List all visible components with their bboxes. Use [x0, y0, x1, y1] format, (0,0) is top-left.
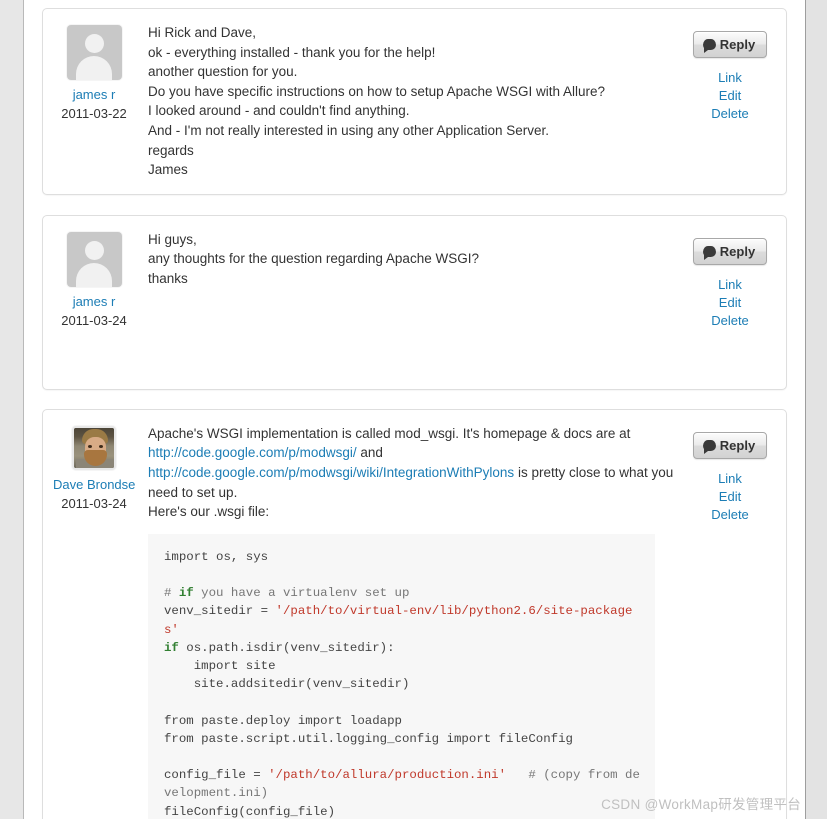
post-author-link[interactable]: james r — [53, 86, 135, 103]
code-string: '/path/to/allura/production.ini' — [268, 768, 507, 783]
post-line: another question for you. — [148, 64, 298, 80]
code-comment-hash: # — [164, 586, 179, 601]
avatar-body-shape — [76, 56, 112, 80]
post-action-links: Link Edit Delete — [686, 276, 774, 330]
edit-action[interactable]: Edit — [686, 87, 774, 105]
avatar-head-shape — [84, 34, 104, 53]
post-line: Hi guys, — [148, 231, 197, 247]
post-body: Hi guys, any thoughts for the question r… — [135, 228, 776, 329]
link-action[interactable]: Link — [686, 276, 774, 294]
avatar — [72, 425, 116, 470]
watermark: CSDN @WorkMap研发管理平台 — [601, 797, 801, 812]
delete-action[interactable]: Delete — [686, 312, 774, 330]
post-inner: james r 2011-03-22 Hi Rick and Dave, ok … — [43, 9, 786, 194]
post-intro-text: Apache's WSGI implementation is called m… — [148, 425, 631, 441]
speech-bubble-icon — [702, 439, 716, 454]
post-body: Apache's WSGI implementation is called m… — [135, 422, 776, 819]
code-line: from paste.script.util.logging_config im… — [164, 731, 573, 746]
code-line: import site — [164, 658, 276, 673]
post-body: Hi Rick and Dave, ok - everything instal… — [135, 21, 776, 180]
post-timestamp: 2011-03-24 — [61, 495, 127, 511]
post-line: regards — [148, 142, 194, 158]
avatar-photo-eye-left — [88, 444, 92, 448]
edit-action[interactable]: Edit — [686, 294, 774, 312]
code-line: config_file = — [164, 768, 269, 783]
link-action[interactable]: Link — [686, 470, 774, 488]
delete-action[interactable]: Delete — [686, 105, 774, 123]
post-line: And - I'm not really interested in using… — [148, 122, 550, 138]
post-timestamp: 2011-03-22 — [61, 106, 127, 121]
code-line: site.addsitedir(venv_sitedir) — [164, 677, 410, 692]
post-actions: Reply Link Edit Delete — [686, 431, 774, 524]
code-comment: you have a virtualenv set up — [193, 586, 410, 601]
post-line: Hi Rick and Dave, — [148, 25, 257, 40]
post-line: thanks — [148, 270, 188, 286]
right-scrollbar-gutter[interactable] — [805, 0, 827, 819]
code-block: import os, sys # if you have a virtualen… — [148, 533, 655, 819]
post-line: Do you have specific instructions on how… — [148, 83, 605, 99]
modwsgi-homepage-link[interactable]: http://code.google.com/p/modwsgi/ — [148, 445, 357, 460]
post-author-link[interactable]: Dave Brondsema — [53, 476, 135, 493]
post-card: james r 2011-03-22 Hi Rick and Dave, ok … — [42, 8, 787, 195]
post-inner: Dave Brondsema 2011-03-24 Apache's WSGI … — [43, 410, 786, 819]
reply-button[interactable]: Reply — [692, 431, 768, 459]
code-line: from paste.deploy import loadapp — [164, 713, 402, 728]
avatar — [66, 25, 122, 80]
post-card: james r 2011-03-24 Hi guys, any thoughts… — [42, 214, 787, 390]
post-paragraph: Apache's WSGI implementation is called m… — [148, 424, 676, 502]
avatar-photo-eye-right — [99, 444, 103, 448]
post-conjunction-text: and — [356, 445, 383, 461]
reply-button-label: Reply — [719, 243, 756, 259]
post-meta-column: Dave Brondsema 2011-03-24 — [53, 422, 135, 819]
link-action[interactable]: Link — [686, 69, 774, 87]
post-action-links: Link Edit Delete — [686, 470, 774, 524]
reply-button-label: Reply — [719, 37, 756, 52]
post-line: I looked around - and couldn't find anyt… — [148, 103, 410, 119]
post-card: Dave Brondsema 2011-03-24 Apache's WSGI … — [42, 408, 787, 819]
code-keyword: if — [164, 640, 179, 655]
reply-button-label: Reply — [719, 437, 756, 453]
post-inner: james r 2011-03-24 Hi guys, any thoughts… — [43, 216, 786, 389]
avatar-head-shape — [84, 240, 104, 260]
post-meta-column: james r 2011-03-22 — [53, 21, 135, 180]
post-actions: Reply Link Edit Delete — [686, 237, 774, 330]
post-line: James — [148, 162, 188, 178]
reply-button[interactable]: Reply — [692, 31, 768, 58]
post-action-links: Link Edit Delete — [686, 69, 774, 123]
left-page-gutter — [0, 0, 24, 819]
post-actions: Reply Link Edit Delete — [686, 31, 774, 123]
post-timestamp: 2011-03-24 — [61, 312, 127, 328]
code-line: os.path.isdir(venv_sitedir): — [178, 640, 395, 655]
delete-action[interactable]: Delete — [686, 506, 774, 524]
forum-thread-page: james r 2011-03-22 Hi Rick and Dave, ok … — [0, 0, 827, 819]
post-line: ok - everything installed - thank you fo… — [148, 44, 436, 60]
thread-content-column: james r 2011-03-22 Hi Rick and Dave, ok … — [25, 0, 805, 819]
speech-bubble-icon — [702, 245, 716, 260]
code-line: venv_sitedir = — [164, 604, 276, 619]
reply-button[interactable]: Reply — [692, 237, 768, 265]
code-line: import os, sys — [164, 549, 269, 564]
post-line: any thoughts for the question regarding … — [148, 251, 479, 267]
post-line: Here's our .wsgi file: — [148, 504, 270, 520]
modwsgi-pylons-wiki-link[interactable]: http://code.google.com/p/modwsgi/wiki/In… — [148, 465, 514, 480]
avatar-body-shape — [76, 262, 112, 287]
code-line: fileConfig(config_file) — [164, 804, 336, 819]
avatar — [66, 231, 122, 287]
edit-action[interactable]: Edit — [686, 488, 774, 506]
code-keyword: if — [178, 586, 194, 601]
post-author-link[interactable]: james r — [53, 293, 135, 310]
post-meta-column: james r 2011-03-24 — [53, 228, 135, 329]
speech-bubble-icon — [702, 39, 716, 53]
